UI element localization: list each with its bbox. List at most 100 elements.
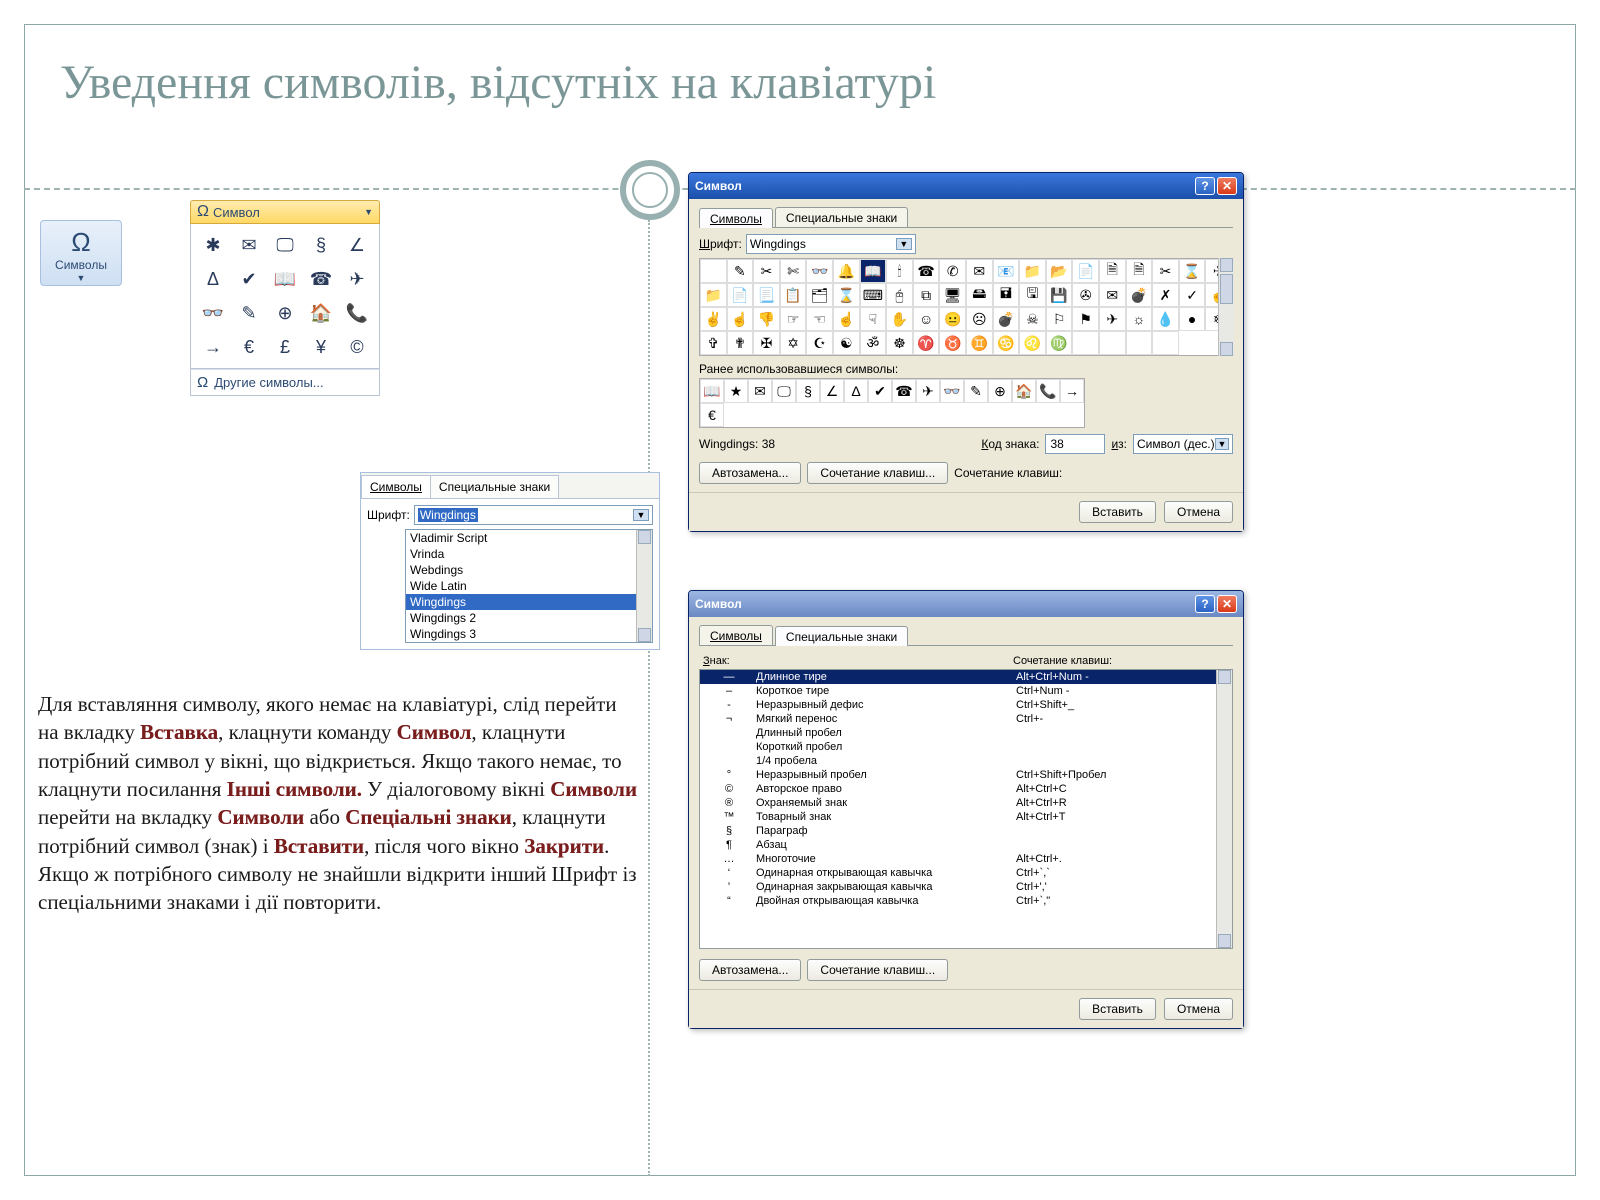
recent-symbol-cell[interactable]: ✉ <box>748 379 772 403</box>
special-char-row[interactable]: ™Товарный знакAlt+Ctrl+T <box>700 810 1232 824</box>
symbol-cell[interactable]: ✂ <box>753 259 780 283</box>
scroll-up-icon[interactable] <box>638 530 651 544</box>
symbol-cell[interactable]: Δ <box>195 262 231 296</box>
font-list[interactable]: Vladimir ScriptVrindaWebdingsWide LatinW… <box>405 529 653 643</box>
special-char-row[interactable]: ‘Одинарная открывающая кавычкаCtrl+`,` <box>700 866 1232 880</box>
close-button[interactable]: ✕ <box>1217 177 1237 195</box>
shortcut-button[interactable]: Сочетание клавиш... <box>807 462 948 484</box>
recent-symbol-cell[interactable]: ⊕ <box>988 379 1012 403</box>
symbol-cell[interactable]: 📧 <box>993 259 1020 283</box>
scrollbar[interactable] <box>1216 670 1232 948</box>
symbol-cell[interactable]: ☝ <box>727 307 754 331</box>
special-char-row[interactable]: —Длинное тиреAlt+Ctrl+Num - <box>700 670 1232 684</box>
symbol-cell[interactable]: ♋ <box>993 331 1020 355</box>
symbol-cell[interactable]: § <box>303 228 339 262</box>
symbol-cell[interactable]: 🏠 <box>303 296 339 330</box>
symbol-cell[interactable]: 💣 <box>993 307 1020 331</box>
symbol-cell[interactable]: ✌ <box>700 307 727 331</box>
special-char-row[interactable]: 1/4 пробела <box>700 754 1232 768</box>
font-option[interactable]: Wide Latin <box>406 578 652 594</box>
recent-symbol-cell[interactable]: ∠ <box>820 379 844 403</box>
symbol-cell[interactable]: ✎ <box>727 259 754 283</box>
special-char-row[interactable]: …МноготочиеAlt+Ctrl+. <box>700 852 1232 866</box>
symbol-cell[interactable]: → <box>195 330 231 364</box>
special-char-list[interactable]: —Длинное тиреAlt+Ctrl+Num -–Короткое тир… <box>699 669 1233 949</box>
help-button[interactable]: ? <box>1195 177 1215 195</box>
symbol-cell[interactable]: ✉ <box>1099 283 1126 307</box>
cancel-button[interactable]: Отмена <box>1164 501 1233 523</box>
symbol-cell[interactable]: ⊕ <box>267 296 303 330</box>
symbol-cell[interactable]: 🗎 <box>1099 259 1126 283</box>
symbol-cell[interactable]: ♍ <box>1046 331 1073 355</box>
symbol-cell[interactable]: ∠ <box>339 228 375 262</box>
recent-symbol-cell[interactable]: ★ <box>724 379 748 403</box>
symbol-cell[interactable]: 📖 <box>860 259 887 283</box>
symbol-cell[interactable]: ⌛ <box>833 283 860 307</box>
tab-special[interactable]: Специальные знаки <box>775 626 908 646</box>
symbol-cell[interactable]: ☎ <box>913 259 940 283</box>
tab-special[interactable]: Специальные знаки <box>775 207 908 227</box>
from-combo[interactable]: Символ (дес.) ▼ <box>1133 434 1233 454</box>
ribbon-symbols-button[interactable]: Ω Символы ▼ <box>40 220 122 286</box>
symbol-cell[interactable]: ¥ <box>303 330 339 364</box>
symbol-cell[interactable]: ♉ <box>939 331 966 355</box>
recent-symbols-grid[interactable]: 📖★✉🖵§∠Δ✔☎✈👓✎⊕🏠📞→€ <box>699 378 1085 428</box>
scrollbar[interactable] <box>1218 258 1234 356</box>
symbol-grid[interactable]: ✎✂✄👓🔔📖🕯☎✆✉📧📁📂📄🗎🗎✂⌛✈📁📄📃📋🗂⌛⌨🖰⧉🖥🖴🖬🖫💾✇✉💣✗✓☝✌… <box>699 258 1233 356</box>
scroll-down-icon[interactable] <box>638 628 651 642</box>
symbol-cell[interactable]: 📂 <box>1046 259 1073 283</box>
symbol-cell[interactable]: 📃 <box>753 283 780 307</box>
symbol-cell[interactable]: 👎 <box>753 307 780 331</box>
symbol-cell[interactable]: ☞ <box>780 307 807 331</box>
symbol-cell[interactable]: ✈ <box>339 262 375 296</box>
scroll-down-icon[interactable] <box>1218 934 1231 948</box>
insert-button[interactable]: Вставить <box>1079 501 1156 523</box>
special-char-row[interactable]: ’Одинарная закрывающая кавычкаCtrl+',' <box>700 880 1232 894</box>
symbol-cell[interactable]: 😐 <box>939 307 966 331</box>
recent-symbol-cell[interactable]: Δ <box>844 379 868 403</box>
symbol-cell[interactable]: ☼ <box>1126 307 1153 331</box>
symbol-cell[interactable]: 📋 <box>780 283 807 307</box>
symbol-cell[interactable]: ♊ <box>966 331 993 355</box>
symbol-cell[interactable]: ✋ <box>886 307 913 331</box>
symbol-cell[interactable]: ॐ <box>860 331 887 355</box>
recent-symbol-cell[interactable]: ✎ <box>964 379 988 403</box>
symbol-cell[interactable]: 🖵 <box>267 228 303 262</box>
symbol-cell[interactable]: ⚐ <box>1046 307 1073 331</box>
symbol-cell[interactable]: 🖫 <box>1019 283 1046 307</box>
recent-symbol-cell[interactable]: ✈ <box>916 379 940 403</box>
special-char-row[interactable]: Длинный пробел <box>700 726 1232 740</box>
special-char-row[interactable]: ©Авторское правоAlt+Ctrl+C <box>700 782 1232 796</box>
symbol-cell[interactable]: 🕯 <box>886 259 913 283</box>
recent-symbol-cell[interactable]: 📞 <box>1036 379 1060 403</box>
symbol-cell[interactable]: 📁 <box>700 283 727 307</box>
symbol-cell[interactable]: ☎ <box>303 262 339 296</box>
recent-symbol-cell[interactable]: → <box>1060 379 1084 403</box>
symbol-cell[interactable]: ✎ <box>231 296 267 330</box>
symbol-cell[interactable] <box>1072 331 1099 355</box>
scrollbar[interactable] <box>636 530 652 642</box>
special-char-row[interactable]: ¬Мягкий переносCtrl+- <box>700 712 1232 726</box>
shortcut-button[interactable]: Сочетание клавиш... <box>807 959 948 981</box>
special-char-row[interactable]: Короткий пробел <box>700 740 1232 754</box>
symbol-cell[interactable] <box>1099 331 1126 355</box>
symbol-cell[interactable]: ✉ <box>966 259 993 283</box>
symbol-cell[interactable]: 🖰 <box>886 283 913 307</box>
symbol-cell[interactable]: 👓 <box>195 296 231 330</box>
symbol-cell[interactable]: 👓 <box>806 259 833 283</box>
symbol-cell[interactable]: 💣 <box>1126 283 1153 307</box>
font-combo[interactable]: Wingdings ▼ <box>746 234 916 254</box>
symbol-cell[interactable]: 📄 <box>1072 259 1099 283</box>
tab-symbols[interactable]: Символы <box>361 475 431 498</box>
symbol-cell[interactable]: 📞 <box>339 296 375 330</box>
font-option[interactable]: Wingdings 2 <box>406 610 652 626</box>
symbol-cell[interactable]: 🖬 <box>993 283 1020 307</box>
symbol-cell[interactable]: ✞ <box>700 331 727 355</box>
scroll-up-icon[interactable] <box>1218 670 1231 684</box>
dialog-titlebar[interactable]: Символ ? ✕ <box>689 173 1243 199</box>
symbol-cell[interactable]: 📄 <box>727 283 754 307</box>
symbol-cell[interactable]: 🖥 <box>939 283 966 307</box>
symbol-cell[interactable]: ☠ <box>1019 307 1046 331</box>
symbol-cell[interactable]: ☝ <box>833 307 860 331</box>
symbol-cell[interactable]: ✄ <box>780 259 807 283</box>
